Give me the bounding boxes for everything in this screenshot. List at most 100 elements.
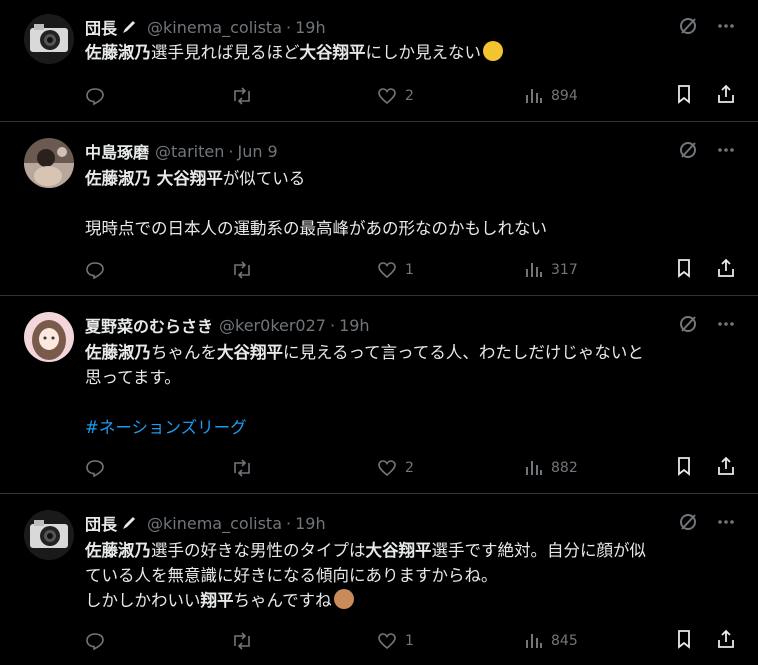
illustration-avatar-icon	[24, 312, 74, 362]
retweet-button[interactable]	[231, 260, 377, 280]
view-count: 894	[551, 88, 578, 104]
text-segment: 翔平	[200, 591, 234, 610]
view-count: 317	[551, 262, 578, 278]
separator: ·	[286, 513, 292, 533]
tweet-line: #ネーションズリーグ	[85, 415, 735, 440]
timestamp[interactable]: 19h	[295, 18, 326, 37]
tweet[interactable]: 団長 @kinema_colista · 19h 佐藤淑乃選手の好きな男性のタイ…	[0, 494, 758, 665]
text-segment: 佐藤淑乃 大谷翔平	[85, 169, 223, 188]
text-segment: ちゃんを	[151, 343, 217, 362]
retweet-icon	[234, 261, 250, 279]
handle[interactable]: @tariten	[155, 142, 224, 161]
separator: ·	[228, 141, 234, 161]
avatar-photo[interactable]	[24, 138, 74, 188]
like-button[interactable]: 2	[377, 86, 523, 106]
tweet-line: 佐藤淑乃選手見れば見るほど大谷翔平にしか見えない	[85, 40, 735, 65]
pencil-icon	[121, 19, 137, 35]
hashtag-link[interactable]: #ネーションズリーグ	[85, 418, 247, 437]
reply-icon	[86, 88, 104, 106]
more-options-icon[interactable]	[716, 16, 736, 40]
like-count: 1	[405, 262, 414, 278]
tweet-line: 佐藤淑乃 大谷翔平が似ている	[85, 166, 735, 191]
avatar-camera[interactable]	[24, 510, 74, 560]
grok-icon[interactable]	[678, 512, 698, 536]
tweet-text: 佐藤淑乃選手見れば見るほど大谷翔平にしか見えない	[85, 40, 735, 65]
reply-button[interactable]	[85, 260, 231, 280]
grok-icon[interactable]	[678, 314, 698, 338]
tweet-text: 佐藤淑乃 大谷翔平が似ている 現時点での日本人の運動系の最高峰があの形なのかもし…	[85, 166, 735, 241]
pencil-icon	[121, 515, 137, 531]
timestamp[interactable]: Jun 9	[237, 142, 277, 161]
share-icon[interactable]	[716, 629, 736, 653]
views-button[interactable]: 882	[523, 458, 669, 478]
bookmark-icon[interactable]	[674, 258, 694, 282]
more-options-icon[interactable]	[716, 140, 736, 164]
heart-icon	[378, 633, 396, 650]
tweet-line: 佐藤淑乃選手の好きな男性のタイプは大谷翔平選手です絶対。自分に顔が似	[85, 538, 735, 563]
grok-icon[interactable]	[678, 16, 698, 40]
text-segment: 大谷翔平	[365, 541, 432, 560]
heart-icon	[378, 460, 396, 477]
views-icon	[526, 634, 542, 648]
handle[interactable]: @kinema_colista	[147, 514, 282, 533]
bookmark-icon[interactable]	[674, 84, 694, 108]
text-segment: ている人を無意識に好きになる傾向にありますからね。	[85, 566, 498, 585]
handle[interactable]: @ker0ker027	[219, 316, 326, 335]
reply-button[interactable]	[85, 631, 231, 651]
display-name[interactable]: 夏野菜のむらさき	[85, 313, 213, 337]
like-button[interactable]: 2	[377, 458, 523, 478]
like-button[interactable]: 1	[377, 631, 523, 651]
share-icon[interactable]	[716, 84, 736, 108]
tweet[interactable]: 夏野菜のむらさき @ker0ker027 · 19h 佐藤淑乃ちゃんを大谷翔平に…	[0, 296, 758, 494]
bookmark-icon[interactable]	[674, 456, 694, 480]
separator: ·	[329, 315, 336, 335]
like-button[interactable]: 1	[377, 260, 523, 280]
handle[interactable]: @kinema_colista	[147, 18, 282, 37]
reply-button[interactable]	[85, 86, 231, 106]
rofl-emoji	[483, 41, 503, 61]
views-button[interactable]: 317	[523, 260, 669, 280]
tweet-line: ている人を無意識に好きになる傾向にありますからね。	[85, 563, 735, 588]
more-options-icon[interactable]	[716, 314, 736, 338]
retweet-button[interactable]	[231, 631, 377, 651]
tweet-line	[85, 390, 735, 415]
share-icon[interactable]	[716, 258, 736, 282]
camera-avatar-icon	[24, 510, 74, 560]
retweet-button[interactable]	[231, 86, 377, 106]
views-button[interactable]: 894	[523, 86, 669, 106]
grok-icon[interactable]	[678, 140, 698, 164]
tweet-line	[85, 191, 735, 216]
tweet[interactable]: 団長 @kinema_colista · 19h 佐藤淑乃選手見れば見るほど大谷…	[0, 0, 758, 122]
tweet-text: 佐藤淑乃選手の好きな男性のタイプは大谷翔平選手です絶対。自分に顔が似ている人を無…	[85, 538, 735, 613]
camera-avatar-icon	[24, 14, 74, 64]
more-options-icon[interactable]	[716, 512, 736, 536]
retweet-button[interactable]	[231, 458, 377, 478]
tweet-line: 現時点での日本人の運動系の最高峰があの形なのかもしれない	[85, 216, 735, 241]
share-icon[interactable]	[716, 456, 736, 480]
tweet-line: 思ってます。	[85, 365, 735, 390]
text-segment: ちゃんですね	[233, 591, 332, 610]
views-icon	[526, 89, 542, 103]
tweet-header: 中島琢磨 @tariten · Jun 9	[85, 139, 278, 163]
separator: ·	[286, 17, 292, 37]
tweet-header: 団長 @kinema_colista · 19h	[85, 15, 326, 39]
views-icon	[526, 461, 542, 475]
reply-button[interactable]	[85, 458, 231, 478]
views-icon	[526, 263, 542, 277]
bookmark-icon[interactable]	[674, 629, 694, 653]
display-name[interactable]: 団長	[85, 15, 117, 39]
text-segment: 佐藤淑乃	[85, 541, 151, 560]
avatar-illustration[interactable]	[24, 312, 74, 362]
display-name[interactable]: 団長	[85, 511, 117, 535]
view-count: 845	[551, 633, 578, 649]
tweet[interactable]: 中島琢磨 @tariten · Jun 9 佐藤淑乃 大谷翔平が似ている 現時点…	[0, 122, 758, 296]
timestamp[interactable]: 19h	[295, 514, 326, 533]
timestamp[interactable]: 19h	[339, 316, 370, 335]
avatar-camera[interactable]	[24, 14, 74, 64]
text-segment: 選手見れば見るほど	[151, 43, 300, 62]
views-button[interactable]: 845	[523, 631, 669, 651]
text-segment: 佐藤淑乃	[85, 43, 151, 62]
tweet-line: しかしかわいい翔平ちゃんですね	[85, 588, 735, 613]
text-segment: 大谷翔平	[299, 43, 366, 62]
display-name[interactable]: 中島琢磨	[85, 139, 149, 163]
